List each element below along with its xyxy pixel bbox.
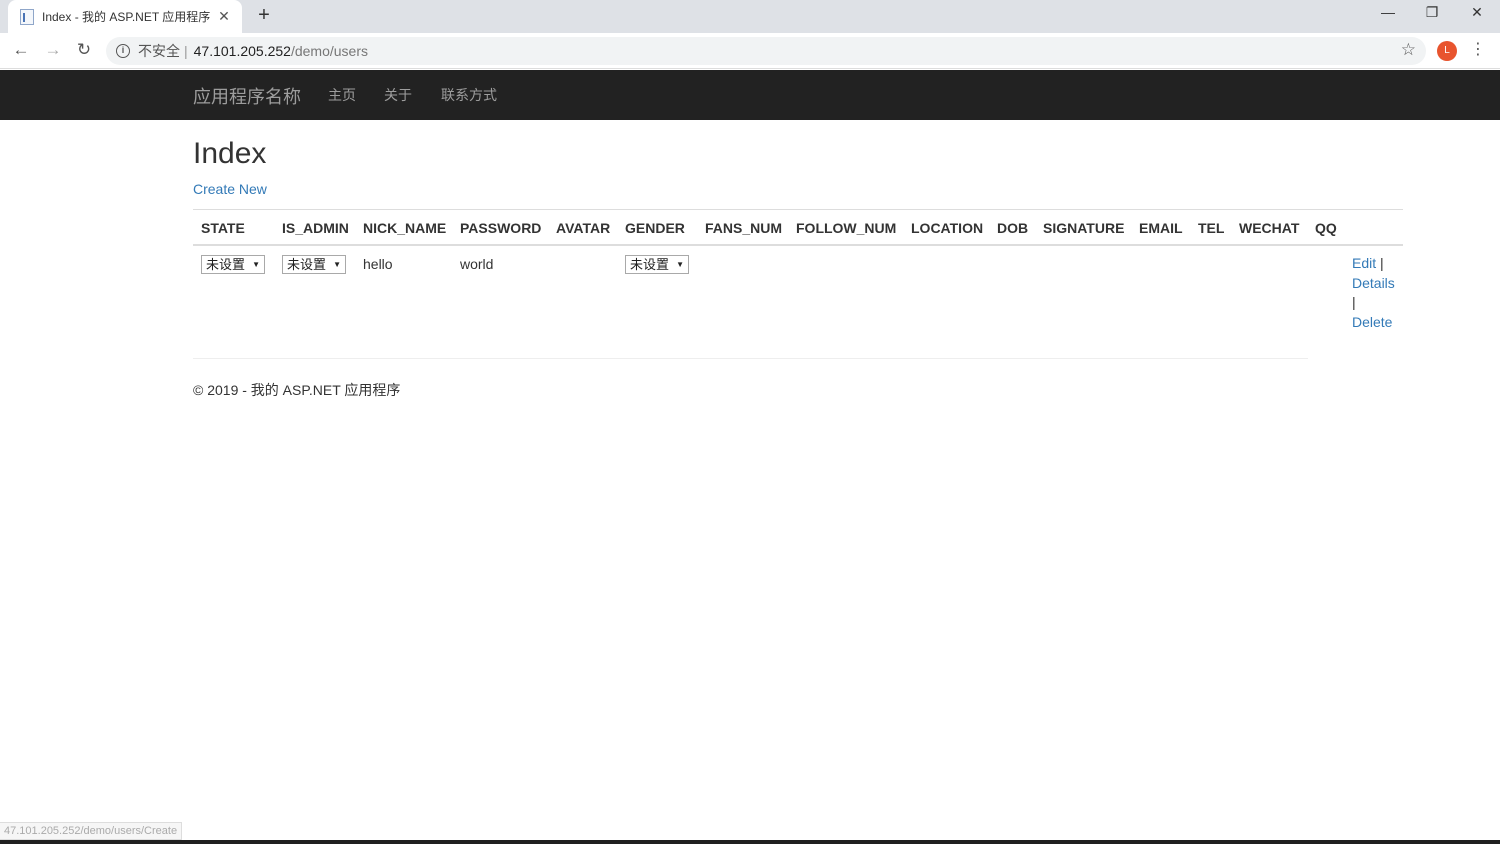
profile-avatar[interactable]: L bbox=[1437, 41, 1457, 61]
column-header: TEL bbox=[1198, 220, 1225, 236]
minimize-icon[interactable]: — bbox=[1373, 4, 1403, 20]
is-admin-select[interactable]: 未设置 ▼ bbox=[282, 255, 346, 274]
column-header: FANS_NUM bbox=[705, 220, 783, 236]
column-header: AVATAR bbox=[556, 220, 611, 236]
footer-text: © 2019 - 我的 ASP.NET 应用程序 bbox=[193, 382, 401, 398]
column-header: STATE bbox=[201, 220, 245, 236]
tab-close-icon[interactable]: ✕ bbox=[216, 8, 232, 25]
column-header: WECHAT bbox=[1239, 220, 1300, 236]
column-header: PASSWORD bbox=[460, 220, 542, 236]
browser-menu-icon[interactable]: ⋮ bbox=[1470, 39, 1486, 59]
dropdown-arrow-icon: ▼ bbox=[333, 260, 341, 269]
is-admin-select-value: 未设置 bbox=[287, 257, 327, 272]
nav-link-contact[interactable]: 联系方式 bbox=[441, 85, 497, 105]
cell-nick-name: hello bbox=[363, 256, 393, 272]
window-close-icon[interactable]: ✕ bbox=[1462, 4, 1492, 21]
new-tab-icon[interactable]: + bbox=[254, 4, 274, 27]
page-title: Index bbox=[193, 137, 267, 170]
column-header: EMAIL bbox=[1139, 220, 1183, 236]
url-path: /demo/users bbox=[290, 43, 369, 59]
reload-icon[interactable]: ↻ bbox=[74, 40, 94, 60]
back-icon[interactable]: ← bbox=[11, 40, 31, 60]
column-header: IS_ADMIN bbox=[282, 220, 349, 236]
column-header: FOLLOW_NUM bbox=[796, 220, 897, 236]
nav-link-home[interactable]: 主页 bbox=[328, 85, 356, 105]
delete-link[interactable]: Delete bbox=[1352, 314, 1392, 330]
bookmark-star-icon[interactable]: ☆ bbox=[1401, 40, 1416, 60]
edit-link-label: Edit bbox=[1352, 255, 1377, 271]
browser-tab[interactable]: Index - 我的 ASP.NET 应用程序 ✕ bbox=[8, 0, 242, 33]
dropdown-arrow-icon: ▼ bbox=[252, 260, 260, 269]
tab-title: Index - 我的 ASP.NET 应用程序 bbox=[42, 10, 211, 24]
insecure-label: 不安全 bbox=[138, 43, 180, 59]
dropdown-arrow-icon: ▼ bbox=[676, 260, 684, 269]
edit-link[interactable]: Edit | bbox=[1352, 255, 1384, 271]
restore-icon[interactable]: ❐ bbox=[1417, 4, 1447, 21]
footer-divider bbox=[193, 358, 1308, 359]
column-header: LOCATION bbox=[911, 220, 984, 236]
nav-link-about[interactable]: 关于 bbox=[384, 85, 412, 105]
info-icon[interactable]: i bbox=[116, 44, 130, 58]
action-separator: | bbox=[1380, 255, 1384, 271]
table-header-row: STATE IS_ADMIN NICK_NAME PASSWORD AVATAR… bbox=[193, 209, 1403, 246]
cell-password: world bbox=[460, 256, 494, 272]
url-host: 47.101.205.252 bbox=[193, 43, 291, 59]
navbar-brand[interactable]: 应用程序名称 bbox=[193, 83, 301, 109]
column-header: NICK_NAME bbox=[363, 220, 447, 236]
create-new-link[interactable]: Create New bbox=[193, 181, 267, 197]
gender-select-value: 未设置 bbox=[630, 257, 670, 272]
details-link[interactable]: Details bbox=[1352, 275, 1395, 291]
state-select-value: 未设置 bbox=[206, 257, 246, 272]
browser-toolbar: ← → ↻ i 不安全 | 47.101.205.252 /demo/users… bbox=[0, 33, 1500, 69]
state-select[interactable]: 未设置 ▼ bbox=[201, 255, 265, 274]
table-row: 未设置 ▼ 未设置 ▼ hello world 未设置 ▼ Edit | Det… bbox=[193, 246, 1403, 336]
column-header: QQ bbox=[1315, 220, 1337, 236]
gender-select[interactable]: 未设置 ▼ bbox=[625, 255, 689, 274]
url-separator: | bbox=[184, 43, 188, 59]
column-header: SIGNATURE bbox=[1043, 220, 1125, 236]
taskbar-edge bbox=[0, 840, 1500, 844]
address-bar[interactable]: i 不安全 | 47.101.205.252 /demo/users ☆ bbox=[106, 37, 1426, 65]
forward-icon[interactable]: → bbox=[43, 40, 63, 60]
action-separator: | bbox=[1352, 294, 1356, 310]
status-bar-url: 47.101.205.252/demo/users/Create bbox=[0, 822, 183, 840]
page-favicon-icon bbox=[20, 8, 34, 25]
column-header: DOB bbox=[997, 220, 1029, 236]
browser-tabstrip: Index - 我的 ASP.NET 应用程序 ✕ + — ❐ ✕ bbox=[0, 0, 1500, 33]
site-navbar: 应用程序名称 主页 关于 联系方式 bbox=[0, 70, 1500, 120]
column-header: GENDER bbox=[625, 220, 685, 236]
